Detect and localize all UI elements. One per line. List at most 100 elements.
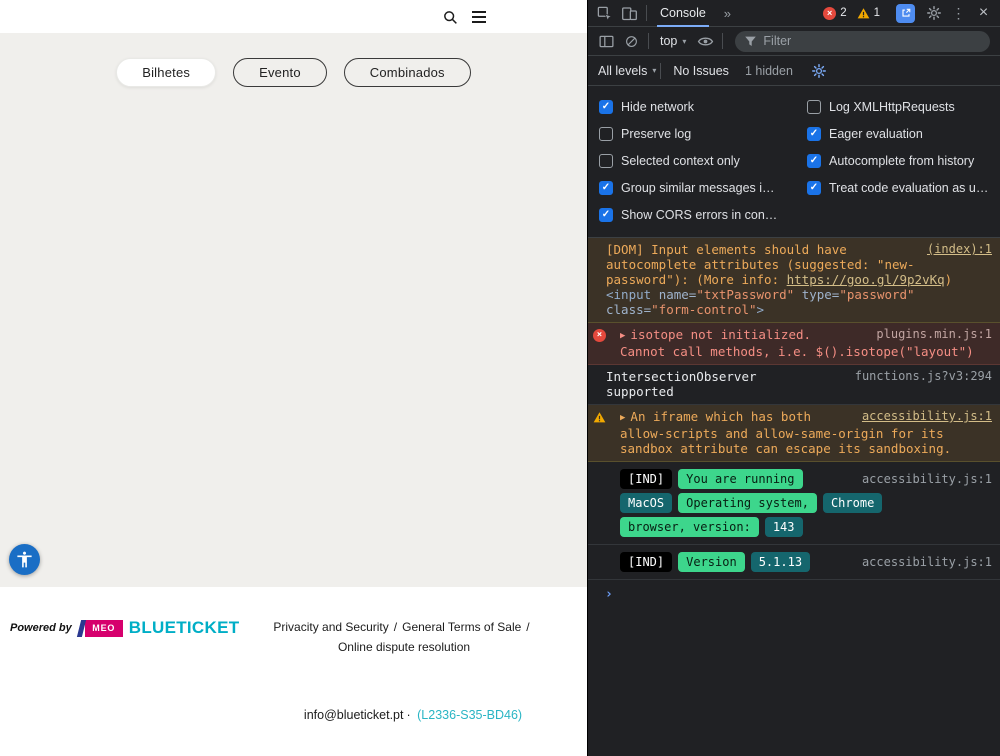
checkbox-log-xhr[interactable]: ✓ Log XMLHttpRequests bbox=[807, 93, 988, 120]
screen: Bilhetes Evento Combinados Powered by ME… bbox=[0, 0, 1000, 756]
devtools-tabbar: Console » × 2 1 ⋮ × bbox=[588, 0, 1000, 27]
checkbox-group-similar[interactable]: ✓ Group similar messages i… bbox=[599, 174, 807, 201]
log-badge: Operating system, bbox=[678, 493, 817, 513]
search-icon[interactable] bbox=[440, 7, 460, 27]
separator bbox=[722, 33, 724, 49]
inspect-element-icon[interactable] bbox=[592, 1, 617, 25]
extension-icon[interactable] bbox=[896, 3, 915, 23]
no-issues-label[interactable]: No Issues bbox=[673, 64, 729, 78]
menu-icon[interactable] bbox=[469, 7, 489, 27]
tabbar-right-controls: × 2 1 ⋮ × bbox=[823, 1, 996, 25]
error-icon: × bbox=[593, 329, 606, 342]
terms-link[interactable]: General Terms of Sale bbox=[402, 620, 521, 634]
check-icon: ✓ bbox=[601, 208, 611, 220]
checkbox-autocomplete-history[interactable]: ✓ Autocomplete from history bbox=[807, 147, 988, 174]
meo-logo: MEO bbox=[84, 619, 123, 637]
html-element-preview[interactable]: <input name="txtPassword" type="password… bbox=[606, 287, 992, 317]
devtools-panel: Console » × 2 1 ⋮ × top ▾ Filter All lev… bbox=[587, 0, 1000, 756]
site-content: Bilhetes Evento Combinados bbox=[0, 33, 587, 587]
powered-by-block: Powered by MEO BLUETICKET bbox=[10, 618, 239, 638]
console-settings-pane: ✓ Hide network ✓ Preserve log ✓ Selected… bbox=[588, 86, 1000, 238]
blueticket-page: Bilhetes Evento Combinados Powered by ME… bbox=[0, 0, 587, 756]
settings-gear-icon[interactable] bbox=[921, 1, 946, 25]
more-info-link[interactable]: https://goo.gl/9p2vKq bbox=[787, 272, 945, 287]
checkbox-treat-code-eval[interactable]: ✓ Treat code evaluation as u… bbox=[807, 174, 988, 201]
console-message-dom-warning: (index):1 [DOM] Input elements should ha… bbox=[588, 238, 1000, 323]
more-tabs-icon[interactable]: » bbox=[715, 1, 740, 25]
privacy-link[interactable]: Privacity and Security bbox=[273, 620, 388, 634]
tab-bilhetes[interactable]: Bilhetes bbox=[116, 58, 217, 87]
site-header bbox=[0, 0, 587, 33]
accessibility-widget-button[interactable] bbox=[9, 544, 40, 575]
console-messages: (index):1 [DOM] Input elements should ha… bbox=[588, 238, 1000, 608]
log-badge: 143 bbox=[764, 517, 803, 537]
console-toolbar: top ▾ bbox=[588, 27, 1000, 56]
checkbox-box: ✓ bbox=[599, 126, 613, 141]
settings-column-right: ✓ Log XMLHttpRequests ✓ Eager evaluation… bbox=[807, 93, 988, 228]
tab-combinados[interactable]: Combinados bbox=[343, 58, 471, 87]
checkbox-box: ✓ bbox=[599, 99, 613, 114]
separator bbox=[648, 33, 649, 49]
live-expression-eye-icon[interactable] bbox=[693, 29, 718, 53]
expand-arrow-icon[interactable]: ▶ bbox=[620, 413, 625, 423]
chevron-down-icon: ▾ bbox=[682, 36, 687, 46]
error-icon: × bbox=[823, 6, 837, 20]
category-tabs: Bilhetes Evento Combinados bbox=[0, 58, 587, 87]
console-sidebar-icon[interactable] bbox=[594, 29, 619, 53]
header-icons bbox=[440, 7, 489, 27]
checkbox-box: ✓ bbox=[807, 153, 821, 168]
source-link[interactable]: accessibility.js:1 bbox=[862, 409, 992, 424]
log-badge: [IND] bbox=[620, 552, 673, 572]
tab-console[interactable]: Console bbox=[651, 0, 715, 27]
warning-icon bbox=[857, 7, 869, 18]
kebab-menu-icon[interactable]: ⋮ bbox=[946, 1, 971, 25]
checkbox-preserve-log[interactable]: ✓ Preserve log bbox=[599, 120, 807, 147]
filter-box bbox=[735, 30, 990, 52]
clear-console-icon[interactable] bbox=[619, 29, 644, 53]
source-link[interactable]: plugins.min.js:1 bbox=[876, 327, 992, 342]
chevron-down-icon: ▾ bbox=[652, 66, 657, 75]
console-prompt[interactable]: › bbox=[588, 580, 1000, 608]
checkbox-hide-network[interactable]: ✓ Hide network bbox=[599, 93, 807, 120]
source-link[interactable]: accessibility.js:1 bbox=[862, 552, 992, 572]
check-icon: ✓ bbox=[809, 154, 819, 166]
message-text: IntersectionObserver supported bbox=[606, 369, 757, 399]
checkbox-selected-context-only[interactable]: ✓ Selected context only bbox=[599, 147, 807, 174]
device-toolbar-icon[interactable] bbox=[617, 1, 642, 25]
checkbox-box: ✓ bbox=[599, 153, 613, 168]
expand-arrow-icon[interactable]: ▶ bbox=[620, 331, 625, 341]
warning-icon bbox=[593, 412, 606, 423]
accessibility-icon bbox=[17, 551, 32, 568]
checkbox-box: ✓ bbox=[807, 126, 821, 141]
checkbox-box: ✓ bbox=[599, 207, 613, 222]
console-message-ind-environment: accessibility.js:1 [IND] You are runningM… bbox=[588, 462, 1000, 545]
venue-code-link[interactable]: (L2336-S35-BD46) bbox=[417, 708, 522, 722]
separator bbox=[660, 62, 662, 79]
checkbox-show-cors-errors[interactable]: ✓ Show CORS errors in con… bbox=[599, 201, 807, 228]
close-devtools-icon[interactable]: × bbox=[971, 1, 996, 25]
hidden-messages-count[interactable]: 1 hidden bbox=[745, 64, 793, 78]
footer-contact: info@blueticket.pt · (L2336-S35-BD46) bbox=[304, 708, 522, 722]
checkbox-box: ✓ bbox=[807, 99, 821, 114]
check-icon: ✓ bbox=[809, 181, 819, 193]
dispute-link[interactable]: Online dispute resolution bbox=[338, 640, 470, 654]
link-separator: / bbox=[393, 620, 398, 634]
checkbox-eager-evaluation[interactable]: ✓ Eager evaluation bbox=[807, 120, 988, 147]
prompt-chevron-icon: › bbox=[605, 587, 613, 602]
check-icon: ✓ bbox=[601, 100, 611, 112]
error-count-badge[interactable]: × 2 bbox=[823, 6, 847, 20]
log-badge: MacOS bbox=[620, 493, 673, 513]
source-link[interactable]: (index):1 bbox=[927, 242, 992, 257]
filter-input[interactable] bbox=[763, 34, 981, 48]
log-levels-dropdown[interactable]: All levels ▾ bbox=[598, 64, 656, 78]
console-settings-gear-icon[interactable] bbox=[807, 59, 832, 83]
warning-count-badge[interactable]: 1 bbox=[857, 7, 880, 20]
message-text-close: ) bbox=[944, 272, 953, 287]
settings-column-left: ✓ Hide network ✓ Preserve log ✓ Selected… bbox=[599, 93, 807, 228]
tab-evento[interactable]: Evento bbox=[233, 58, 327, 87]
log-badge: browser, version: bbox=[620, 517, 759, 537]
source-link[interactable]: functions.js?v3:294 bbox=[855, 369, 992, 384]
context-dropdown[interactable]: top ▾ bbox=[653, 34, 693, 48]
source-link[interactable]: accessibility.js:1 bbox=[862, 469, 992, 489]
filter-funnel-icon bbox=[745, 36, 757, 46]
